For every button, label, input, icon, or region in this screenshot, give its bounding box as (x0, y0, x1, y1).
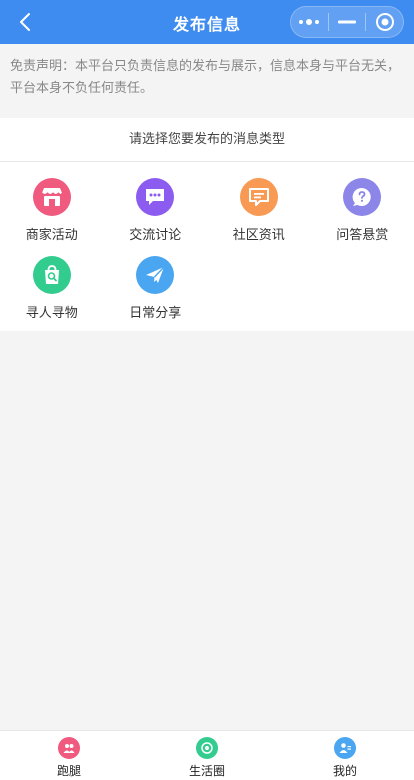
category-daily-share[interactable]: 日常分享 (104, 256, 208, 334)
tab-life-circle[interactable]: 生活圈 (138, 731, 276, 780)
category-discussion[interactable]: 交流讨论 (104, 178, 208, 256)
category-community-news[interactable]: 社区资讯 (207, 178, 311, 256)
category-label: 问答悬赏 (336, 228, 389, 243)
navbar: 发布信息 (0, 0, 414, 44)
bottom-tab-bar: 跑腿 生活圈 我的 (0, 730, 414, 780)
tab-errand[interactable]: 跑腿 (0, 731, 138, 780)
category-panel: 请选择您要发布的消息类型 商家活动 交流讨论 社区资讯 问答悬赏 寻人寻物 日常… (0, 118, 414, 331)
tab-label: 我的 (332, 764, 357, 778)
errand-icon (58, 737, 80, 759)
life-circle-icon (196, 737, 218, 759)
paper-plane-icon (136, 256, 175, 294)
question-icon (343, 178, 382, 216)
store-icon (32, 178, 71, 216)
tab-label: 生活圈 (188, 764, 225, 778)
category-qa-bounty[interactable]: 问答悬赏 (311, 178, 414, 256)
category-label: 商家活动 (25, 228, 78, 243)
tab-mine[interactable]: 我的 (276, 731, 414, 780)
tab-label: 跑腿 (56, 764, 81, 778)
minus-icon[interactable] (329, 7, 366, 37)
disclaimer-text: 免责声明：本平台只负责信息的发布与展示，信息本身与平台无关，平台本身不负任何责任… (0, 44, 414, 118)
category-label: 交流讨论 (129, 228, 182, 243)
category-grid: 商家活动 交流讨论 社区资讯 问答悬赏 寻人寻物 日常分享 (0, 162, 414, 334)
mini-program-capsule (290, 6, 404, 38)
category-label: 日常分享 (129, 306, 182, 321)
more-dots-icon[interactable] (291, 7, 328, 37)
news-bubble-icon (239, 178, 278, 216)
category-label: 社区资讯 (232, 228, 285, 243)
category-label: 寻人寻物 (25, 306, 78, 321)
search-bag-icon (32, 256, 71, 294)
chat-bubble-icon (136, 178, 175, 216)
profile-icon (334, 737, 356, 759)
category-store-activity[interactable]: 商家活动 (0, 178, 104, 256)
panel-title: 请选择您要发布的消息类型 (0, 118, 414, 162)
category-lost-found[interactable]: 寻人寻物 (0, 256, 104, 334)
target-icon[interactable] (366, 7, 403, 37)
